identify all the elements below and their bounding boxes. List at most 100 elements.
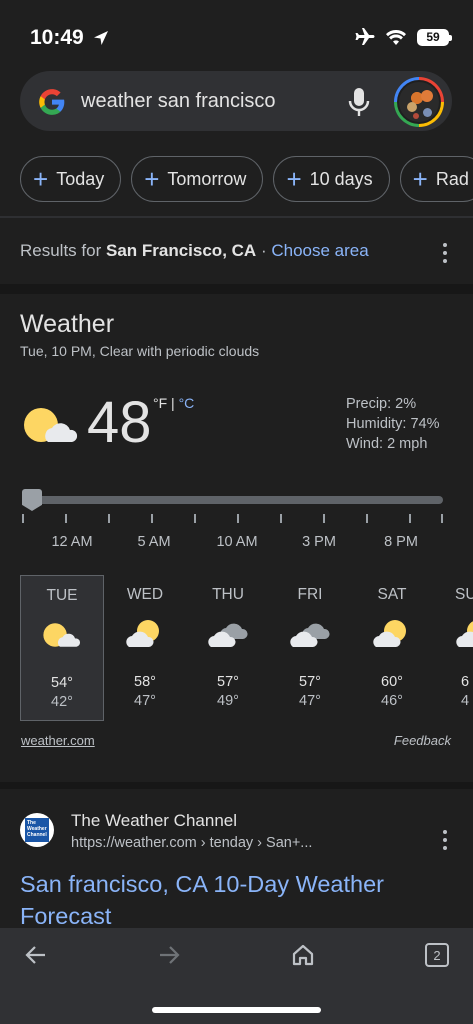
- fahrenheit-unit[interactable]: °F: [153, 395, 167, 411]
- section-separator: [0, 284, 473, 294]
- unit-toggle: °F | °C: [153, 395, 194, 411]
- chip-radar[interactable]: + Rad: [399, 156, 473, 202]
- chip-label: Tomorrow: [167, 168, 247, 189]
- day-name: TUE: [46, 587, 78, 604]
- location-arrow-icon: [94, 31, 108, 45]
- partly-cloudy-icon: [456, 621, 473, 647]
- feedback-link[interactable]: Feedback: [394, 733, 451, 748]
- more-options-icon[interactable]: [443, 243, 447, 267]
- time-label: 8 PM: [384, 534, 418, 550]
- low-temp: 42°: [51, 694, 73, 710]
- low-temp: 47°: [134, 693, 156, 709]
- status-time: 10:49: [30, 26, 84, 49]
- back-arrow-icon[interactable]: [24, 943, 48, 967]
- time-label: 5 AM: [137, 534, 171, 550]
- chip-10-days[interactable]: +10 days: [273, 156, 390, 202]
- result-site-name[interactable]: The Weather Channel: [71, 811, 237, 831]
- result-more-options-icon[interactable]: [443, 830, 447, 854]
- results-location: San Francisco, CA: [105, 241, 257, 260]
- partly-cloudy-night-icon: [24, 408, 78, 442]
- plus-icon: +: [33, 164, 49, 194]
- hourly-slider-track[interactable]: [22, 496, 443, 504]
- tab-count: 2: [433, 947, 441, 963]
- hourly-time-labels: 12 AM 5 AM 10 AM 3 PM 8 PM: [0, 534, 473, 554]
- search-result: The Weather Channel The Weather Channel …: [0, 789, 473, 929]
- day-fri[interactable]: FRI 57° 47°: [268, 575, 352, 721]
- cloudy-icon: [208, 623, 248, 647]
- weather-title: Weather: [20, 310, 115, 338]
- day-name: FRI: [297, 586, 323, 603]
- search-bar[interactable]: weather san francisco: [20, 71, 452, 131]
- low-temp: 4: [461, 693, 470, 709]
- time-label: 12 AM: [51, 534, 93, 550]
- wind: Wind: 2 mph: [346, 436, 428, 452]
- day-thu[interactable]: THU 57° 49°: [186, 575, 270, 721]
- high-temp: 57°: [217, 674, 239, 690]
- day-sun[interactable]: SU 6 4: [432, 575, 473, 721]
- avatar[interactable]: [394, 77, 444, 127]
- weather-card: Weather Tue, 10 PM, Clear with periodic …: [0, 294, 473, 782]
- cloudy-icon: [290, 623, 330, 647]
- low-temp: 47°: [299, 693, 321, 709]
- results-for-prefix: Results for: [20, 241, 102, 260]
- battery-indicator: 59: [417, 28, 452, 46]
- site-favicon: The Weather Channel: [20, 813, 54, 847]
- current-temperature: 48: [87, 390, 152, 455]
- precipitation: Precip: 2%: [346, 396, 417, 412]
- high-temp: 57°: [299, 674, 321, 690]
- tab-switcher-button[interactable]: 2: [425, 943, 449, 967]
- home-indicator[interactable]: [152, 1007, 321, 1013]
- slider-ticks: [22, 514, 443, 524]
- day-tue[interactable]: TUE 54° 42°: [20, 575, 104, 721]
- humidity: Humidity: 74%: [346, 416, 440, 432]
- filter-chips: + Today + Tomorrow +10 days + Rad: [20, 156, 473, 202]
- high-temp: 54°: [51, 675, 73, 691]
- result-url[interactable]: https://weather.com › tenday › San+...: [71, 835, 312, 851]
- time-label: 3 PM: [302, 534, 336, 550]
- separator: ·: [260, 241, 267, 260]
- airplane-icon: [355, 28, 375, 45]
- search-input[interactable]: weather san francisco: [81, 90, 276, 113]
- celsius-unit[interactable]: °C: [179, 395, 195, 411]
- partly-cloudy-icon: [126, 620, 159, 647]
- low-temp: 46°: [381, 693, 403, 709]
- forward-arrow-icon[interactable]: [157, 943, 181, 967]
- high-temp: 60°: [381, 674, 403, 690]
- wifi-icon: [386, 29, 406, 45]
- microphone-icon[interactable]: [347, 86, 371, 118]
- plus-icon: +: [412, 164, 428, 194]
- weather-details: Precip: 2% Humidity: 74% Wind: 2 mph: [346, 394, 439, 454]
- result-title-link[interactable]: San francisco, CA 10-Day Weather Forecas…: [20, 868, 450, 932]
- time-label: 10 AM: [216, 534, 258, 550]
- chip-label: Today: [56, 168, 105, 189]
- choose-area-link[interactable]: Choose area: [271, 241, 368, 260]
- partly-cloudy-icon: [373, 620, 406, 647]
- chip-label: 10 days: [309, 168, 373, 189]
- day-name: SU: [455, 586, 473, 603]
- low-temp: 49°: [217, 693, 239, 709]
- chip-today[interactable]: + Today: [20, 156, 122, 202]
- plus-icon: +: [144, 164, 160, 194]
- section-separator: [0, 782, 473, 789]
- chip-tomorrow[interactable]: + Tomorrow: [131, 156, 264, 202]
- hourly-slider-thumb[interactable]: [22, 489, 42, 511]
- weather-subtitle: Tue, 10 PM, Clear with periodic clouds: [20, 343, 260, 359]
- day-name: WED: [126, 586, 164, 603]
- unit-separator: |: [171, 395, 175, 411]
- partly-cloudy-night-icon: [43, 623, 80, 647]
- favicon-label: The Weather Channel: [25, 818, 49, 842]
- status-bar: 10:49 59: [0, 0, 473, 70]
- high-temp: 6: [461, 674, 470, 690]
- google-logo-icon: [39, 89, 65, 115]
- chip-label: Rad: [435, 168, 469, 189]
- day-name: SAT: [377, 586, 407, 603]
- day-wed[interactable]: WED 58° 47°: [103, 575, 187, 721]
- high-temp: 58°: [134, 674, 156, 690]
- day-sat[interactable]: SAT 60° 46°: [350, 575, 434, 721]
- plus-icon: +: [286, 164, 302, 194]
- results-for-line: Results for San Francisco, CA · Choose a…: [20, 241, 369, 261]
- battery-level: 59: [426, 30, 440, 44]
- weather-source-link[interactable]: weather.com: [21, 733, 95, 748]
- divider: [0, 216, 473, 218]
- home-icon[interactable]: [291, 943, 315, 967]
